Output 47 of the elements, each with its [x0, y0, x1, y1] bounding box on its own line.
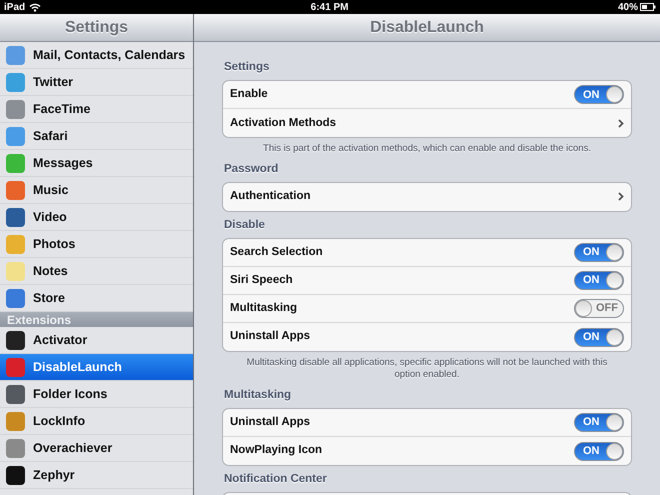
group-header: Password	[223, 162, 280, 177]
group-header: Notification Center	[223, 472, 328, 488]
chevron-icon	[618, 192, 624, 202]
sidebar-item[interactable]: Twitter	[0, 69, 193, 96]
row-label: Uninstall Apps	[230, 414, 310, 430]
device-name: iPad	[4, 0, 26, 14]
settings-row[interactable]: Authentication	[223, 182, 631, 211]
settings-row[interactable]: Activation Methods	[223, 109, 631, 138]
group-footer: Multitasking disable all applications, specific applications will not be launched with this option enabled.	[222, 352, 632, 382]
toggle-switch[interactable]: ON	[574, 243, 624, 262]
sidebar-item[interactable]: Photos	[0, 231, 193, 258]
chevron-icon	[618, 118, 624, 128]
group-header: Multitasking	[223, 388, 292, 403]
group-header: Disable	[223, 218, 266, 233]
row-label: Multitasking	[230, 300, 298, 316]
row-label: Uninstall Apps	[230, 329, 310, 344]
detail-title: DisableLaunch	[370, 18, 484, 38]
wifi-icon	[29, 2, 42, 12]
sidebar-item[interactable]: Music	[0, 177, 193, 204]
row-label: Siri Speech	[230, 272, 293, 288]
group-footer: This is part of the activation methods, which can enable and disable the icons.	[222, 138, 632, 156]
sidebar-item[interactable]: Mail, Contacts, Calendars	[0, 42, 193, 69]
clock: 6:41 PM	[310, 0, 348, 14]
battery-icon	[640, 3, 656, 11]
sidebar-item[interactable]: Overachiever	[0, 435, 193, 462]
row-label: NowPlaying Icon	[230, 443, 322, 458]
sidebar-item[interactable]: DisableLaunch	[0, 354, 193, 381]
sidebar-item[interactable]: Zephyr	[0, 462, 193, 489]
row-label: Search Selection	[230, 244, 323, 260]
sidebar-item[interactable]: Safari	[0, 123, 193, 150]
toggle-switch[interactable]: ON	[574, 85, 624, 104]
sidebar-title: Settings	[64, 18, 128, 38]
sidebar-item[interactable]: Notes	[0, 258, 193, 285]
sidebar-item[interactable]: FaceTime	[0, 96, 193, 123]
row-label: Enable	[230, 87, 268, 102]
sidebar-item[interactable]: Messages	[0, 150, 193, 177]
toggle-switch[interactable]: ON	[574, 328, 624, 347]
group-header: Settings	[223, 60, 270, 75]
toggle-switch[interactable]: ON	[574, 442, 624, 461]
sidebar-item[interactable]: LockInfo	[0, 408, 193, 435]
toggle-switch[interactable]: ON	[574, 271, 624, 290]
sidebar-item[interactable]: Video	[0, 204, 193, 231]
toggle-switch[interactable]: OFF	[574, 299, 624, 318]
toggle-switch[interactable]: ON	[574, 413, 624, 432]
battery-percent: 40%	[618, 0, 638, 14]
sidebar-item[interactable]: Folder Icons	[0, 381, 193, 408]
section-header: Extensions	[0, 312, 193, 327]
